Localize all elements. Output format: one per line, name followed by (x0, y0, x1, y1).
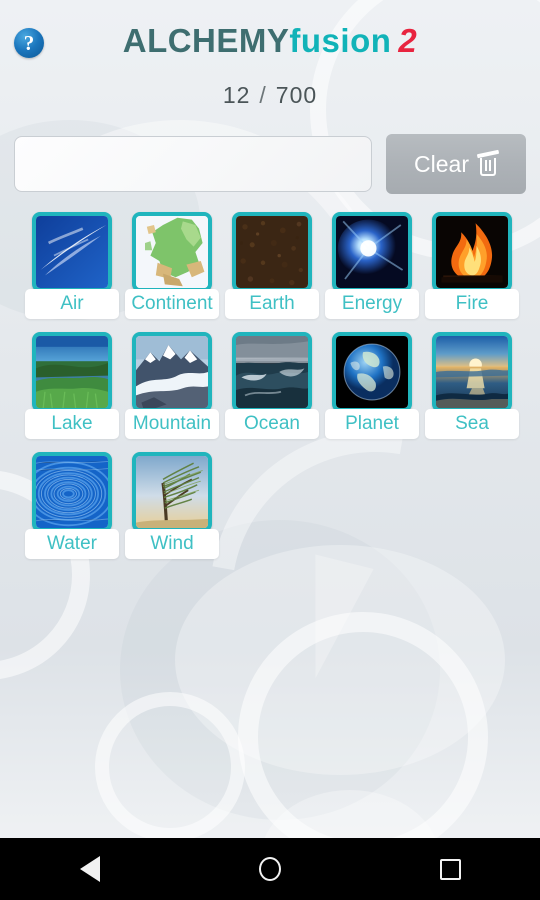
element-thumbnail (132, 332, 212, 412)
element-tile[interactable]: Air (22, 212, 122, 332)
element-label: Wind (150, 533, 194, 554)
element-label-card: Water (25, 529, 119, 559)
element-tile[interactable]: Ocean (222, 332, 322, 452)
element-tile[interactable]: Sea (422, 332, 522, 452)
element-label: Continent (131, 293, 213, 314)
element-label-card: Ocean (225, 409, 319, 439)
app-content: ? ALCHEMYfusion 2 12 / 700 Clear Air Contine… (0, 0, 540, 572)
clear-button-label: Clear (414, 150, 469, 177)
app-title: ALCHEMYfusion 2 (0, 0, 540, 60)
element-label: Energy (341, 293, 403, 314)
title-two: 2 (398, 22, 418, 59)
element-thumbnail (132, 212, 212, 292)
stormy-dark-ocean-waves-under-grey-sky-icon (236, 336, 308, 408)
element-thumbnail (332, 332, 412, 412)
counter-separator: / (259, 82, 267, 108)
blue-water-ripple-rings-icon (36, 456, 108, 528)
search-toolbar: Clear (0, 134, 540, 194)
discovery-counter: 12 / 700 (0, 82, 540, 109)
counter-discovered: 12 (222, 82, 251, 108)
calm-lake-with-green-grass-and-trees-icon (36, 336, 108, 408)
earth-globe-on-black-space-icon (336, 336, 408, 408)
element-tile[interactable]: Water (22, 452, 122, 572)
title-alchemy: ALCHEMY (122, 22, 290, 59)
green-tan-relief-map-of-europe-icon (136, 216, 208, 288)
element-thumbnail (232, 212, 312, 292)
element-label: Sea (455, 413, 489, 434)
element-label-card: Continent (125, 289, 219, 319)
element-label-card: Mountain (125, 409, 219, 439)
element-label-card: Lake (25, 409, 119, 439)
element-thumbnail (132, 452, 212, 532)
element-tile[interactable]: Mountain (122, 332, 222, 452)
nav-recents-button[interactable] (420, 838, 480, 900)
element-label-card: Energy (325, 289, 419, 319)
element-label: Lake (51, 413, 93, 434)
back-triangle-icon (80, 856, 100, 882)
element-label-card: Earth (225, 289, 319, 319)
android-navigation-bar (0, 838, 540, 900)
element-tile[interactable]: Continent (122, 212, 222, 332)
counter-total: 700 (275, 82, 318, 108)
golden-sunset-over-sea-horizon-icon (436, 336, 508, 408)
element-label-card: Air (25, 289, 119, 319)
element-thumbnail (32, 332, 112, 412)
element-tile[interactable]: Earth (222, 212, 322, 332)
dark-brown-soil-texture-icon (236, 216, 308, 288)
nav-back-button[interactable] (60, 838, 120, 900)
element-grid: Air Continent Earth Energy Fire Lake Mountain O… (0, 194, 540, 572)
title-fusion: fusion (289, 22, 392, 59)
recents-square-icon (439, 858, 461, 880)
blue-white-plasma-nebula-burst-icon (336, 216, 408, 288)
element-label: Ocean (244, 413, 300, 434)
element-label-card: Sea (425, 409, 519, 439)
element-thumbnail (32, 212, 112, 292)
element-tile[interactable]: Energy (322, 212, 422, 332)
bg-ring (95, 692, 245, 842)
app-root: ? ALCHEMYfusion 2 12 / 700 Clear Air Contine… (0, 0, 540, 900)
help-icon[interactable]: ? (14, 28, 44, 58)
element-thumbnail (232, 332, 312, 412)
element-label-card: Wind (125, 529, 219, 559)
element-label: Water (47, 533, 97, 554)
element-thumbnail (432, 332, 512, 412)
element-label: Air (60, 293, 84, 314)
element-label: Mountain (132, 413, 212, 434)
app-header: ? ALCHEMYfusion 2 (0, 0, 540, 78)
element-label: Earth (249, 293, 295, 314)
wispy-white-clouds-on-deep-blue-sky-icon (36, 216, 108, 288)
element-label: Planet (345, 413, 399, 434)
element-tile[interactable]: Lake (22, 332, 122, 452)
element-thumbnail (32, 452, 112, 532)
element-label-card: Fire (425, 289, 519, 319)
element-tile[interactable]: Wind (122, 452, 222, 572)
bg-blob (175, 545, 505, 775)
orange-flames-on-black-background-icon (436, 216, 508, 288)
wind-blown-tree-against-pale-sky-icon (136, 456, 208, 528)
home-circle-icon (259, 857, 281, 881)
search-input[interactable] (14, 136, 372, 192)
bg-wedge (286, 554, 374, 686)
nav-home-button[interactable] (240, 838, 300, 900)
bg-ring (238, 612, 488, 862)
element-tile[interactable]: Fire (422, 212, 522, 332)
element-thumbnail (332, 212, 412, 292)
element-label-card: Planet (325, 409, 419, 439)
trash-icon (476, 149, 500, 176)
element-tile[interactable]: Planet (322, 332, 422, 452)
element-thumbnail (432, 212, 512, 292)
clear-button[interactable]: Clear (386, 134, 526, 194)
snow-covered-rocky-mountain-peaks-icon (136, 336, 208, 408)
element-label: Fire (455, 293, 489, 314)
